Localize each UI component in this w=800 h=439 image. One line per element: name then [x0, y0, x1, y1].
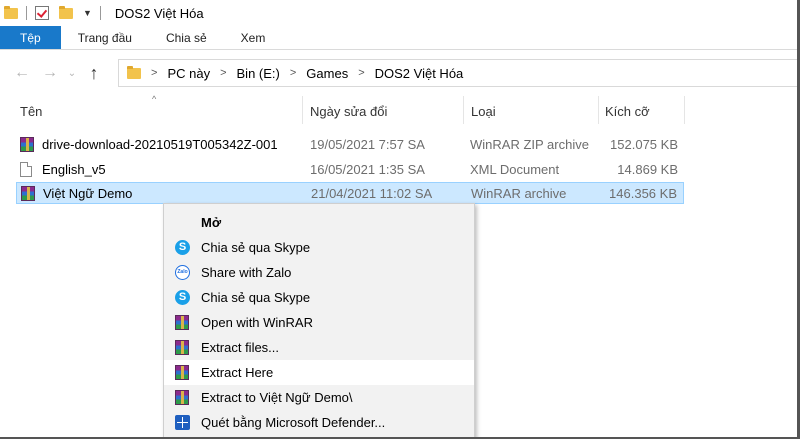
menu-item-label: Chia sẻ qua Skype — [201, 290, 311, 305]
file-row-selected[interactable]: Việt Ngữ Demo 21/04/2021 11:02 SA WinRAR… — [16, 182, 684, 204]
menu-item-label: Chia sẻ qua Skype — [201, 240, 311, 255]
winrar-icon — [175, 390, 189, 405]
file-size: 146.356 KB — [609, 186, 677, 201]
column-divider[interactable] — [684, 96, 685, 124]
winrar-icon — [20, 137, 34, 152]
chevron-right-icon[interactable]: > — [151, 67, 157, 79]
menu-item-label: Extract to Việt Ngữ Demo\ — [201, 390, 353, 405]
menu-item-label: Extract files... — [201, 340, 280, 355]
tab-home[interactable]: Trang đầu — [61, 26, 149, 49]
menu-item-label: Quét bằng Microsoft Defender... — [201, 415, 386, 430]
chevron-right-icon[interactable]: > — [358, 67, 364, 79]
file-date: 16/05/2021 1:35 SA — [310, 162, 425, 177]
breadcrumb-games[interactable]: Games — [306, 66, 348, 81]
winrar-icon — [175, 315, 189, 330]
file-name: Việt Ngữ Demo — [43, 186, 133, 201]
address-bar[interactable]: > PC này > Bin (E:) > Games > DOS2 Việt … — [118, 59, 800, 87]
forward-arrow-icon[interactable]: → — [36, 64, 64, 82]
ribbon-tabs: Tệp Trang đầu Chia sẻ Xem — [0, 26, 800, 50]
recent-locations-chevron-icon[interactable]: ⌄ — [64, 68, 80, 79]
file-row[interactable]: English_v5 16/05/2021 1:35 SA XML Docume… — [16, 159, 684, 181]
column-divider[interactable] — [463, 96, 464, 124]
column-header-name[interactable]: Tên — [20, 104, 42, 119]
menu-item-extract-here[interactable]: Extract Here — [164, 360, 474, 385]
tab-file[interactable]: Tệp — [0, 26, 61, 49]
context-menu: Mở S Chia sẻ qua Skype Zalo Share with Z… — [163, 203, 475, 439]
back-arrow-icon[interactable]: ← — [8, 64, 36, 82]
menu-item-open-winrar[interactable]: Open with WinRAR — [164, 310, 474, 335]
title-bar: ▼ DOS2 Việt Hóa — [0, 0, 800, 26]
breadcrumb-drive[interactable]: Bin (E:) — [237, 66, 280, 81]
navigation-bar: ← → ⌄ ↑ > PC này > Bin (E:) > Games > DO… — [0, 50, 800, 96]
winrar-icon — [21, 186, 35, 201]
menu-item-label: Open with WinRAR — [201, 315, 313, 330]
folder-icon — [4, 5, 18, 19]
column-divider[interactable] — [302, 96, 303, 124]
menu-item-scan-defender[interactable]: Quét bằng Microsoft Defender... — [164, 410, 474, 435]
file-date: 21/04/2021 11:02 SA — [311, 186, 433, 201]
xml-file-icon — [20, 162, 32, 177]
menu-item-extract-files[interactable]: Extract files... — [164, 335, 474, 360]
toolbar-separator — [26, 6, 27, 20]
breadcrumb-pc[interactable]: PC này — [167, 66, 210, 81]
address-folder-icon — [127, 65, 141, 79]
winrar-icon — [175, 365, 189, 380]
column-divider[interactable] — [598, 96, 599, 124]
new-folder-icon[interactable] — [59, 5, 73, 19]
quick-access-dropdown-icon[interactable]: ▼ — [83, 8, 92, 18]
file-name: drive-download-20210519T005342Z-001 — [42, 137, 278, 152]
menu-item-share-skype[interactable]: S Chia sẻ qua Skype — [164, 235, 474, 260]
menu-item-share-skype-2[interactable]: S Chia sẻ qua Skype — [164, 285, 474, 310]
tab-view[interactable]: Xem — [224, 26, 283, 49]
menu-item-extract-to-folder[interactable]: Extract to Việt Ngữ Demo\ — [164, 385, 474, 410]
skype-icon: S — [175, 290, 190, 305]
menu-item-label: Extract Here — [201, 365, 274, 380]
tab-share[interactable]: Chia sẻ — [149, 26, 224, 49]
winrar-icon — [175, 340, 189, 355]
toolbar-separator — [99, 6, 101, 20]
chevron-right-icon[interactable]: > — [220, 67, 226, 79]
file-size: 14.869 KB — [617, 162, 678, 177]
file-row[interactable]: drive-download-20210519T005342Z-001 19/0… — [16, 134, 684, 156]
menu-item-share-zalo[interactable]: Zalo Share with Zalo — [164, 260, 474, 285]
menu-item-open[interactable]: Mở — [164, 210, 474, 235]
skype-icon: S — [175, 240, 190, 255]
file-size: 152.075 KB — [610, 137, 678, 152]
column-header-date[interactable]: Ngày sửa đổi — [310, 104, 387, 119]
breadcrumb-current[interactable]: DOS2 Việt Hóa — [375, 66, 464, 81]
window-title: DOS2 Việt Hóa — [114, 5, 204, 21]
sort-ascending-icon: ^ — [152, 94, 157, 104]
file-name: English_v5 — [42, 162, 106, 177]
menu-item-label: Share with Zalo — [201, 265, 292, 280]
file-type: XML Document — [470, 162, 560, 177]
properties-icon[interactable] — [35, 6, 49, 20]
column-header-type[interactable]: Loại — [471, 104, 496, 119]
zalo-icon: Zalo — [175, 265, 190, 280]
up-arrow-icon[interactable]: ↑ — [80, 63, 108, 84]
column-headers: ^ Tên Ngày sửa đổi Loại Kích cỡ — [0, 94, 800, 124]
menu-item-label: Mở — [201, 215, 222, 230]
file-date: 19/05/2021 7:57 SA — [310, 137, 425, 152]
file-type: WinRAR ZIP archive — [470, 137, 589, 152]
chevron-right-icon[interactable]: > — [290, 67, 296, 79]
file-type: WinRAR archive — [471, 186, 567, 201]
defender-icon — [175, 415, 190, 430]
column-header-size[interactable]: Kích cỡ — [605, 104, 650, 119]
